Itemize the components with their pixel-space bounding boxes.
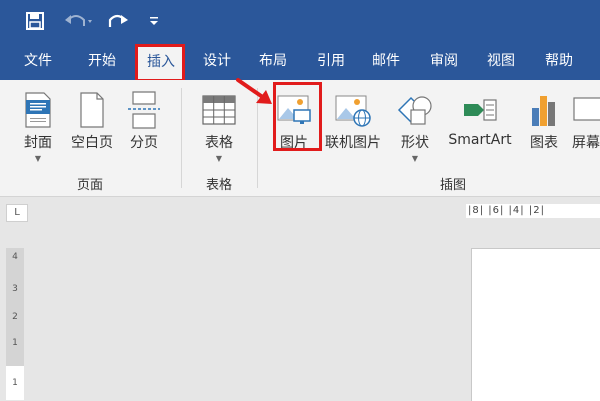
online-pictures-label: 联机图片	[325, 135, 381, 151]
cover-page-button[interactable]: 封面 ▼	[10, 84, 66, 170]
ribbon-tab-bar: 文件 开始 插入 设计 布局 引用 邮件 审阅 视图 帮助	[0, 42, 600, 80]
tab-review[interactable]: 审阅	[420, 42, 468, 80]
customize-quick-access-button[interactable]	[144, 8, 164, 34]
tab-references[interactable]: 引用	[307, 42, 355, 80]
chart-label: 图表	[530, 135, 558, 151]
table-icon	[202, 95, 236, 125]
shapes-icon	[397, 96, 432, 125]
insert-tab-highlight	[135, 44, 185, 82]
horizontal-ruler[interactable]: |8| |6| |4| |2|	[466, 204, 600, 218]
tab-file[interactable]: 文件	[14, 42, 62, 80]
annotation-arrow-icon	[236, 78, 272, 104]
blank-page-button[interactable]: 空白页	[64, 84, 120, 170]
table-group-label: 表格	[205, 178, 232, 193]
blank-page-icon	[80, 92, 104, 128]
screenshot-button[interactable]: 屏幕	[572, 84, 600, 170]
page-break-button[interactable]: 分页	[118, 84, 170, 170]
vertical-ruler-tick: 2	[12, 312, 18, 322]
smartart-button[interactable]: SmartArt	[444, 84, 516, 170]
chart-icon	[532, 96, 555, 126]
redo-icon	[108, 14, 128, 27]
shapes-button[interactable]: 形状 ▼	[390, 84, 440, 170]
tab-help[interactable]: 帮助	[535, 42, 583, 80]
undo-icon	[65, 15, 92, 26]
vertical-ruler[interactable]: 4 3 2 1 1	[6, 248, 24, 400]
page-break-label: 分页	[130, 135, 158, 151]
tab-home[interactable]: 开始	[78, 42, 126, 80]
online-pictures-button[interactable]: 联机图片	[322, 84, 384, 170]
blank-page-label: 空白页	[71, 135, 113, 151]
screenshot-icon	[573, 97, 600, 121]
tab-view[interactable]: 视图	[477, 42, 525, 80]
cover-page-label: 封面	[24, 135, 52, 151]
online-picture-icon	[335, 95, 371, 127]
vertical-ruler-tick: 1	[12, 378, 18, 388]
pictures-highlight	[273, 82, 322, 151]
pages-group-label: 页面	[76, 178, 103, 193]
chevron-down-icon: ▼	[215, 154, 223, 163]
tab-design[interactable]: 设计	[193, 42, 241, 80]
shapes-label: 形状	[401, 135, 429, 151]
screenshot-label: 屏幕	[572, 135, 600, 151]
smartart-icon	[464, 99, 497, 121]
title-bar	[0, 0, 600, 42]
cover-page-icon	[25, 92, 51, 128]
vertical-ruler-tick: 3	[12, 284, 18, 294]
undo-button[interactable]	[60, 8, 98, 34]
tab-selector-button[interactable]: L	[6, 204, 28, 222]
chart-button[interactable]: 图表	[520, 84, 568, 170]
save-button[interactable]	[22, 8, 48, 34]
redo-button[interactable]	[104, 8, 132, 34]
customize-quick-access-icon	[150, 17, 158, 25]
page-break-icon	[128, 91, 160, 129]
document-page[interactable]	[471, 248, 600, 401]
table-label: 表格	[205, 135, 233, 151]
tab-layout[interactable]: 布局	[249, 42, 297, 80]
tab-mailings[interactable]: 邮件	[362, 42, 410, 80]
vertical-ruler-tick: 4	[12, 252, 18, 262]
vertical-ruler-tick: 1	[12, 338, 18, 348]
smartart-label: SmartArt	[448, 132, 512, 148]
group-divider	[181, 88, 182, 188]
chevron-down-icon: ▼	[34, 154, 42, 163]
illustrations-group-label: 插图	[439, 178, 466, 193]
save-icon	[26, 12, 44, 30]
chevron-down-icon: ▼	[411, 154, 419, 163]
